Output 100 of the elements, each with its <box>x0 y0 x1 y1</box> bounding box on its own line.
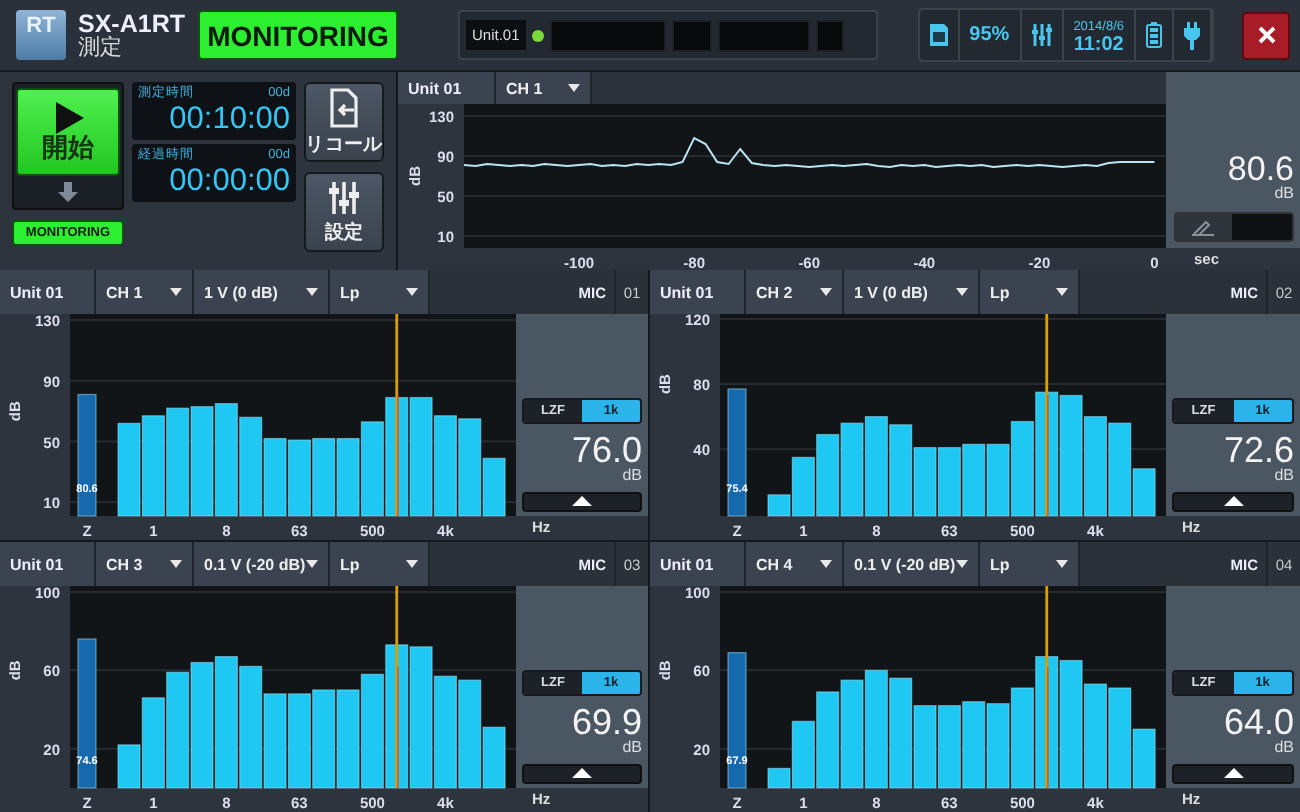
caret-icon <box>406 288 418 296</box>
level-bar <box>1010 420 1034 517</box>
cursor-line[interactable] <box>395 314 399 517</box>
caret-icon <box>306 560 318 568</box>
level-bar <box>986 443 1010 517</box>
caret-icon <box>568 84 580 92</box>
caret-icon <box>820 288 832 296</box>
clock-time: 11:02 <box>1073 35 1124 53</box>
level-bar <box>409 646 433 789</box>
range-dropdown[interactable]: 1 V (0 dB) <box>194 270 330 314</box>
range-dropdown[interactable]: 1 V (0 dB) <box>844 270 980 314</box>
display-slot <box>815 19 844 51</box>
level-reading: 72.6 <box>1223 431 1294 468</box>
caret-icon <box>306 288 318 296</box>
weighting-dropdown[interactable]: Lp <box>330 270 430 314</box>
level-reading: 80.6 <box>1227 152 1294 186</box>
level-bar <box>360 421 384 517</box>
level-bar <box>239 665 263 789</box>
display-slot <box>549 19 666 51</box>
monitoring-button[interactable]: MONITORING <box>198 10 398 60</box>
caret-icon <box>956 288 968 296</box>
caret-icon <box>1056 288 1068 296</box>
timer-value: 00:00:00 <box>167 164 290 198</box>
expand-button[interactable] <box>1172 763 1294 784</box>
up-triangle-icon <box>1223 768 1243 779</box>
model-name: SX-A1RT <box>78 11 186 35</box>
channel-dropdown[interactable]: CH 1 <box>96 270 194 314</box>
level-bar <box>864 669 888 789</box>
level-bar <box>816 691 840 789</box>
level-bar <box>287 439 311 517</box>
document-icon <box>328 87 360 127</box>
level-bar <box>889 424 913 517</box>
level-bar <box>816 433 840 517</box>
reading-unit: dB <box>1274 186 1294 202</box>
recall-button[interactable]: リコール <box>304 82 384 162</box>
pencil-icon <box>1192 219 1216 235</box>
timer-value: 00:10:00 <box>167 102 290 136</box>
level-bar <box>913 446 937 517</box>
weighting-dropdown[interactable]: Lp <box>330 542 430 586</box>
play-icon <box>52 102 84 134</box>
level-bar <box>287 693 311 789</box>
reading-unit: dB <box>1274 467 1294 484</box>
start-button[interactable]: 開始 <box>16 88 120 176</box>
level-bar <box>239 416 263 517</box>
mixer-icon[interactable] <box>1031 24 1052 46</box>
level-bar <box>77 393 97 517</box>
cursor-line[interactable] <box>395 586 399 789</box>
edit-button[interactable] <box>1174 212 1294 242</box>
level-bar <box>263 437 287 517</box>
range-dropdown[interactable]: 0.1 V (-20 dB) <box>844 542 980 586</box>
level-reading: 76.0 <box>571 431 642 468</box>
channel-dropdown[interactable]: CH 1 <box>496 72 592 104</box>
settings-button[interactable]: 設定 <box>304 172 384 252</box>
range-dropdown[interactable]: 0.1 V (-20 dB) <box>194 542 330 586</box>
caret-icon <box>170 288 182 296</box>
app-logo: RT <box>16 10 66 60</box>
display-slot <box>671 19 712 51</box>
down-arrow-icon <box>58 182 78 202</box>
level-bar <box>913 705 937 789</box>
level-bar <box>727 652 747 789</box>
level-bar <box>312 437 336 517</box>
cursor-line[interactable] <box>1045 314 1049 517</box>
expand-button[interactable] <box>1172 491 1294 512</box>
unit-label: Unit 01 <box>0 270 96 314</box>
unit-label: Unit 01 <box>650 270 746 314</box>
level-bar <box>336 437 360 517</box>
level-bar <box>190 661 214 789</box>
up-triangle-icon <box>572 496 592 507</box>
level-bar <box>1083 416 1107 517</box>
sd-card-icon <box>929 24 948 46</box>
weighting-dropdown[interactable]: Lp <box>980 270 1080 314</box>
channel-dropdown[interactable]: CH 3 <box>96 542 194 586</box>
weighting-dropdown[interactable]: Lp <box>980 542 1080 586</box>
sliders-icon <box>328 179 360 215</box>
level-bar <box>263 693 287 789</box>
up-triangle-icon <box>1223 496 1243 507</box>
level-bar <box>937 705 961 789</box>
level-bar <box>937 446 961 517</box>
expand-button[interactable] <box>522 763 642 784</box>
caret-icon <box>1056 560 1068 568</box>
channel-dropdown[interactable]: CH 4 <box>746 542 844 586</box>
close-button[interactable] <box>1242 11 1290 59</box>
cursor-line[interactable] <box>1045 586 1049 789</box>
reading-unit: dB <box>622 739 642 756</box>
up-triangle-icon <box>572 768 592 779</box>
level-bar <box>141 415 165 517</box>
level-bar <box>190 406 214 517</box>
battery-icon <box>1146 22 1162 48</box>
mode-label: 測定 <box>78 35 124 59</box>
expand-button[interactable] <box>522 491 642 512</box>
level-bar <box>1083 683 1107 789</box>
channel-dropdown[interactable]: CH 2 <box>746 270 844 314</box>
level-bar <box>336 689 360 789</box>
level-bar <box>986 703 1010 789</box>
level-bar <box>214 403 238 517</box>
reading-unit: dB <box>622 467 642 484</box>
unit-label: Unit 01 <box>0 542 96 586</box>
level-bar <box>840 679 864 789</box>
level-bar <box>433 675 458 789</box>
level-bar <box>166 407 190 517</box>
